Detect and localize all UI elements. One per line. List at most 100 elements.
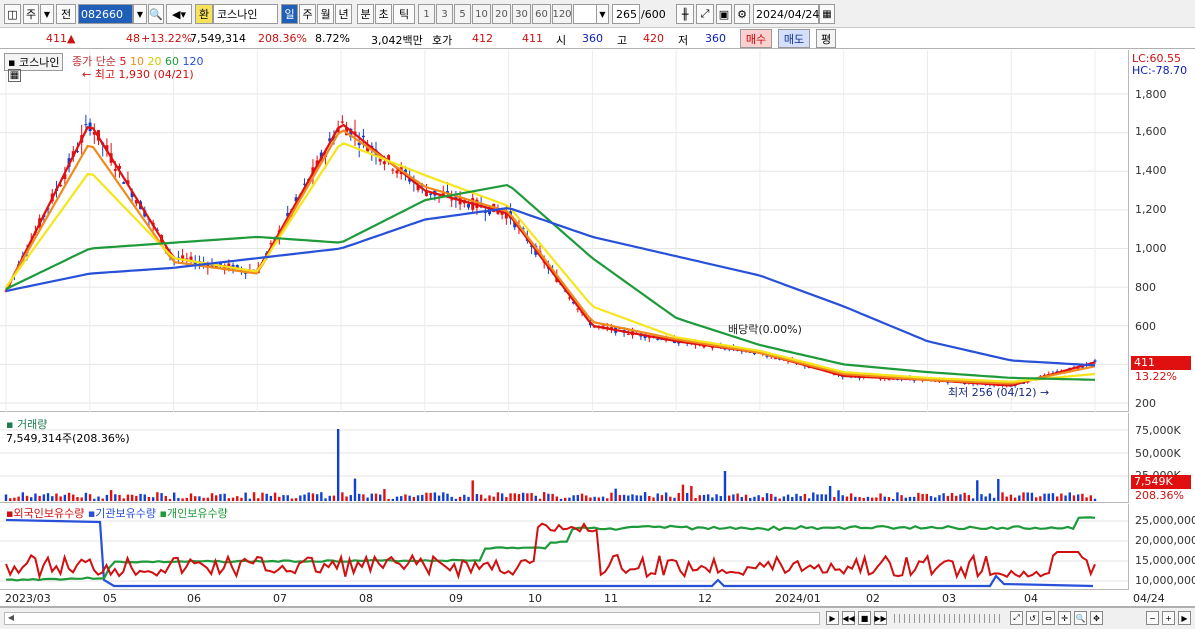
- period-yearly-button[interactable]: 년: [335, 4, 352, 24]
- calendar-icon[interactable]: ▦: [819, 4, 835, 24]
- volume-bar: [51, 496, 54, 501]
- volume-bar: [837, 490, 840, 501]
- currency-button[interactable]: 환: [195, 4, 213, 24]
- pan-icon[interactable]: ⇔: [1042, 611, 1055, 625]
- buy-button[interactable]: 매수: [740, 29, 772, 48]
- period-monthly-button[interactable]: 월: [317, 4, 334, 24]
- volume-bar: [412, 496, 416, 501]
- volume-panel[interactable]: ▪ 거래량 7,549,314주(208.36%): [0, 413, 1128, 503]
- volume-chart[interactable]: [0, 413, 1128, 503]
- move-icon[interactable]: ✥: [1090, 611, 1103, 625]
- volume-bar: [778, 498, 781, 501]
- volume-bar: [639, 495, 643, 501]
- stock-code-input[interactable]: 082660: [78, 4, 133, 24]
- price-chart[interactable]: [0, 50, 1128, 412]
- volume-bar: [921, 493, 924, 501]
- volume-bar: [698, 495, 701, 501]
- volume-bar: [400, 496, 403, 501]
- zoom-fit-icon[interactable]: ⤢: [1010, 611, 1023, 625]
- volume-bar: [913, 496, 916, 501]
- even-button[interactable]: 평: [816, 29, 836, 48]
- price-panel[interactable]: ▪ 코스나인 종가 단순 5 10 20 60 120 ▦ ← 최고 1,930…: [0, 50, 1128, 412]
- period-second-button[interactable]: 초: [375, 4, 392, 24]
- speaker-icon[interactable]: ◀▾: [166, 4, 192, 24]
- volume-bar: [425, 492, 428, 501]
- scroll-end-icon[interactable]: ▶: [1178, 611, 1191, 625]
- volume-bar: [13, 497, 16, 501]
- type-select[interactable]: 주: [23, 4, 39, 24]
- search-icon[interactable]: 🔍: [148, 4, 164, 24]
- zoom-plus-icon[interactable]: +: [1162, 611, 1175, 625]
- period-daily-button[interactable]: 일: [281, 4, 298, 24]
- volume-bar: [164, 495, 167, 501]
- holding-axis[interactable]: 25,000,000 20,000,000 15,000,000 10,000,…: [1128, 504, 1195, 590]
- hold-tick-15m: 15,000,000: [1135, 554, 1195, 567]
- candle-icon[interactable]: ╫: [676, 4, 694, 24]
- reset-icon[interactable]: ↺: [1026, 611, 1039, 625]
- volume-bar: [904, 497, 907, 501]
- volume-bar: [1055, 496, 1059, 501]
- chevron-down-icon[interactable]: ▼: [40, 4, 54, 24]
- volume-bar: [1068, 492, 1071, 501]
- market-select[interactable]: 전: [56, 4, 76, 24]
- interval-dropdown-icon[interactable]: ▼: [596, 4, 609, 24]
- volume-bar: [34, 493, 37, 501]
- volume-bar: [1018, 495, 1021, 501]
- period-tick-button[interactable]: 틱: [393, 4, 415, 24]
- scroll-right-icon[interactable]: ▶: [826, 611, 839, 625]
- zoom-track[interactable]: [894, 614, 1004, 623]
- stock-name-field: 코스나인: [213, 4, 278, 24]
- volume-bar: [635, 495, 638, 501]
- volume-bar: [160, 493, 163, 501]
- code-dropdown-icon[interactable]: ▼: [133, 4, 147, 24]
- volume-bar: [820, 494, 823, 501]
- volume-bar: [454, 498, 458, 501]
- volume-bar: [551, 493, 554, 501]
- period-weekly-button[interactable]: 주: [299, 4, 316, 24]
- zoom-in-icon[interactable]: 🔍: [1074, 611, 1087, 625]
- volume-bar: [391, 498, 395, 501]
- volume-bar: [114, 494, 117, 501]
- interval-30-button[interactable]: 30: [512, 4, 531, 24]
- window-menu-icon[interactable]: ◫: [4, 4, 21, 24]
- volume-bar: [168, 498, 172, 501]
- stop-icon[interactable]: ■: [858, 611, 871, 625]
- draw-icon[interactable]: ⤢: [696, 4, 714, 24]
- scroll-left-icon[interactable]: ◀: [5, 613, 17, 624]
- horizontal-scrollbar[interactable]: ◀: [4, 612, 820, 625]
- rewind-icon[interactable]: ◀◀: [842, 611, 855, 625]
- fast-forward-icon[interactable]: ▶▶: [874, 611, 887, 625]
- price-axis[interactable]: LC:60.55 HC:-78.70 1,800 1,600 1,400 1,2…: [1128, 50, 1195, 412]
- date-input[interactable]: 2024/04/24: [753, 4, 819, 24]
- volume-bar: [496, 492, 500, 501]
- volume-bar: [505, 497, 508, 501]
- save-icon[interactable]: ▣: [716, 4, 732, 24]
- interval-5-button[interactable]: 5: [454, 4, 471, 24]
- volume-bar: [648, 496, 651, 501]
- low-label: 저: [678, 34, 689, 47]
- sell-button[interactable]: 매도: [778, 29, 810, 48]
- holding-panel[interactable]: ▪외국인보유수량 ▪기관보유수량 ▪개인보유수량: [0, 504, 1128, 590]
- interval-20-button[interactable]: 20: [492, 4, 511, 24]
- volume-bar: [1076, 494, 1080, 501]
- volume-bar: [749, 497, 752, 501]
- volume-bar: [580, 493, 584, 501]
- volume-axis[interactable]: 75,000K 50,000K 25,000K 7,549K 208.36%: [1128, 413, 1195, 503]
- interval-3-button[interactable]: 3: [436, 4, 453, 24]
- zoom-out-icon[interactable]: −: [1146, 611, 1159, 625]
- interval-120-button[interactable]: 120: [552, 4, 572, 24]
- table-icon[interactable]: ▦: [8, 69, 21, 82]
- interval-60-button[interactable]: 60: [532, 4, 551, 24]
- volume-bar: [442, 492, 445, 501]
- volume-bar: [736, 493, 739, 501]
- period-minute-button[interactable]: 분: [357, 4, 374, 24]
- candle-body: [450, 199, 454, 201]
- gear-icon[interactable]: ⚙: [734, 4, 750, 24]
- quote-high: 420: [643, 32, 664, 45]
- interval-10-button[interactable]: 10: [472, 4, 491, 24]
- bar-count-input[interactable]: 265: [612, 4, 640, 24]
- volume-bar: [437, 495, 441, 501]
- volume-bar: [988, 493, 992, 501]
- crosshair-icon[interactable]: ✛: [1058, 611, 1071, 625]
- interval-1-button[interactable]: 1: [418, 4, 435, 24]
